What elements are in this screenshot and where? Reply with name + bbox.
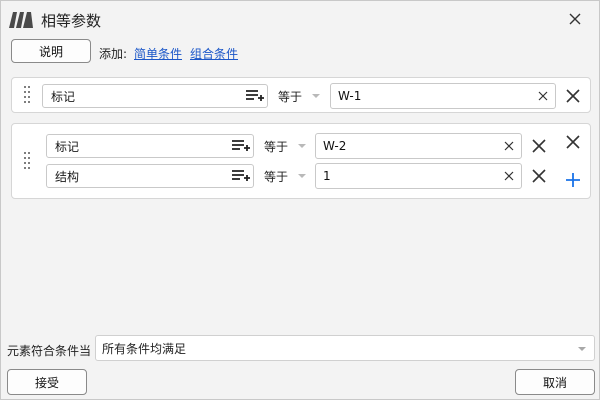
equal-parameters-dialog: 相等参数 说明 添加: 简单条件 组合条件 标记 等于 W-1 标记 等于 W-… (0, 0, 600, 400)
add-label: 添加: (99, 47, 128, 61)
clear-icon[interactable] (538, 91, 548, 101)
clear-icon[interactable] (504, 171, 514, 181)
delete-group-icon[interactable] (566, 135, 580, 149)
drag-handle-icon[interactable] (24, 86, 32, 106)
group-property-field-1[interactable]: 标记 (46, 134, 254, 158)
group-operator-dropdown-1[interactable]: 等于 (264, 134, 307, 158)
delete-row-icon[interactable] (532, 139, 546, 153)
condition-card-single: 标记 等于 W-1 (11, 77, 591, 113)
value-text: W-2 (323, 139, 347, 153)
dropdown-caret-icon (298, 144, 307, 148)
title-bar: 相等参数 (1, 1, 600, 37)
match-mode-label: 元素符合条件当 (7, 344, 92, 358)
value-text: 1 (323, 169, 331, 183)
close-icon[interactable] (567, 11, 583, 27)
cancel-button[interactable]: 取消 (515, 369, 595, 395)
delete-condition-icon[interactable] (566, 89, 580, 103)
accept-button[interactable]: 接受 (7, 369, 87, 395)
dropdown-caret-icon (578, 347, 586, 351)
add-row-icon[interactable] (566, 173, 580, 187)
property-list-add-icon[interactable] (231, 168, 251, 184)
match-mode-value: 所有条件均满足 (102, 341, 187, 356)
group-value-input-1[interactable]: W-2 (315, 133, 522, 159)
drag-handle-icon[interactable] (24, 152, 32, 172)
property-field-label: 标记 (51, 89, 76, 104)
operator-label: 等于 (278, 89, 303, 104)
property-field-label: 结构 (55, 169, 80, 184)
dropdown-caret-icon (298, 174, 307, 178)
group-value-input-2[interactable]: 1 (315, 163, 522, 189)
property-list-add-icon[interactable] (245, 88, 265, 104)
value-text: W-1 (338, 89, 362, 103)
explain-button[interactable]: 说明 (11, 39, 91, 63)
property-list-add-icon[interactable] (231, 138, 251, 154)
operator-label: 等于 (264, 139, 289, 154)
property-field[interactable]: 标记 (42, 84, 268, 108)
delete-row-icon[interactable] (532, 169, 546, 183)
value-input[interactable]: W-1 (330, 83, 556, 109)
property-field-label: 标记 (55, 139, 80, 154)
app-logo-icon (9, 12, 33, 28)
operator-dropdown[interactable]: 等于 (278, 84, 321, 108)
group-operator-dropdown-2[interactable]: 等于 (264, 164, 307, 188)
condition-card-group: 标记 等于 W-2 结构 等于 1 (11, 123, 591, 199)
add-simple-condition-link[interactable]: 简单条件 (134, 45, 182, 62)
window-title: 相等参数 (41, 12, 102, 30)
operator-label: 等于 (264, 169, 289, 184)
add-combined-condition-link[interactable]: 组合条件 (190, 45, 238, 62)
group-property-field-2[interactable]: 结构 (46, 164, 254, 188)
clear-icon[interactable] (504, 141, 514, 151)
dropdown-caret-icon (312, 94, 321, 98)
match-mode-select[interactable]: 所有条件均满足 (95, 335, 595, 361)
